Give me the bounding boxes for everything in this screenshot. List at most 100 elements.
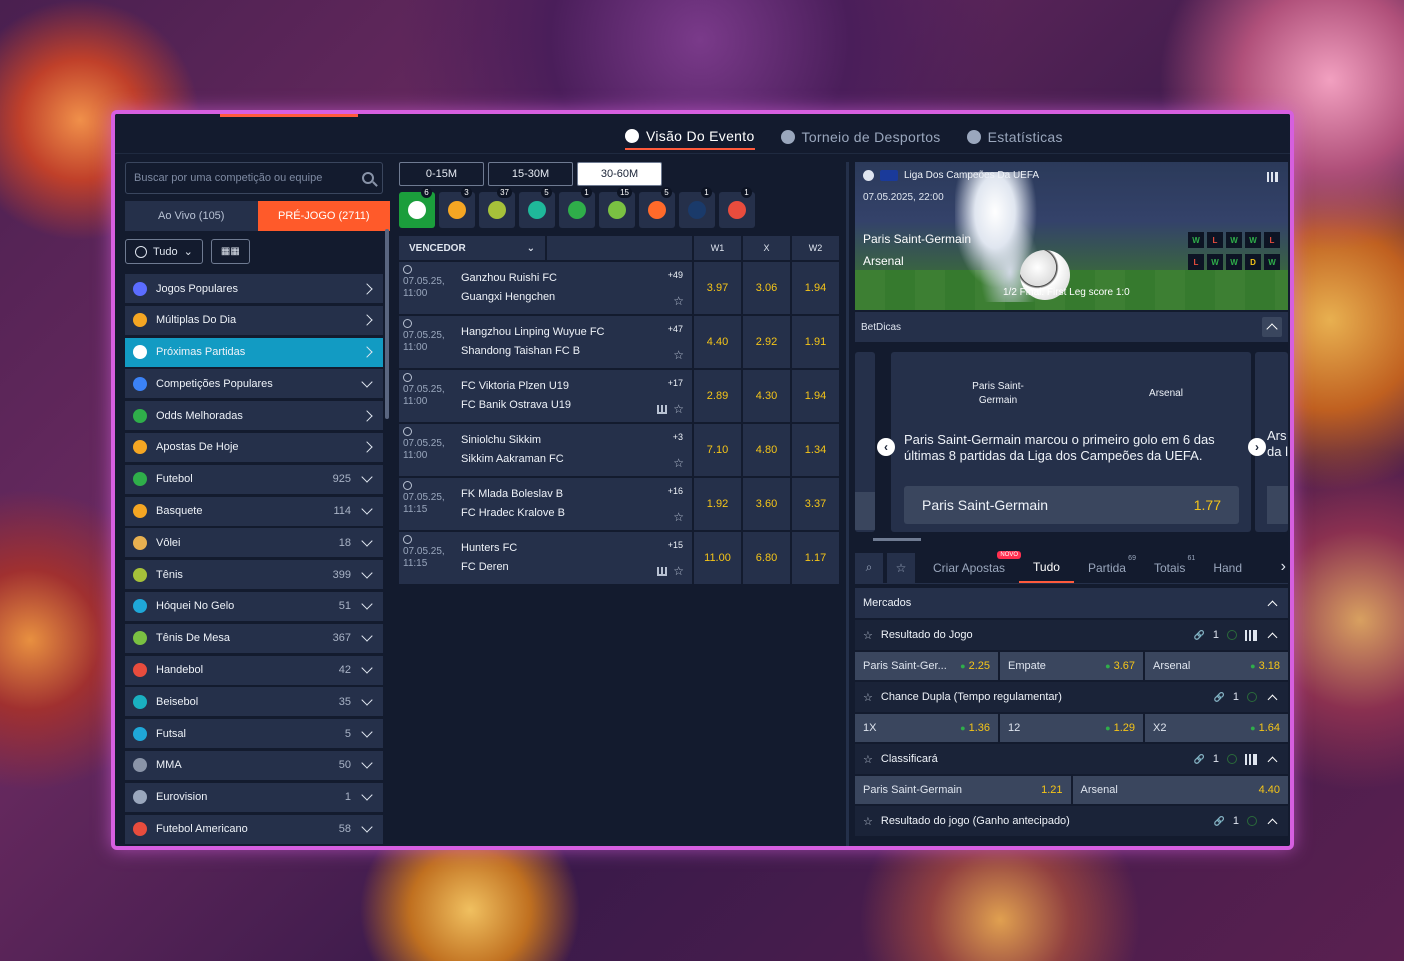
match-info[interactable]: 07.05.25, 11:15 Hunters FC FC Deren +15 ☆ (399, 532, 692, 584)
market-select[interactable]: VENCEDOR ⌄ (399, 236, 545, 260)
sidebar-item-futebol[interactable]: Futebol 925 (125, 464, 383, 494)
sidebar-item-futsal[interactable]: Futsal 5 (125, 719, 383, 749)
sport-filter-table-tennis[interactable]: 15 (599, 187, 635, 228)
odd-x-button[interactable]: 2.92 (743, 316, 790, 368)
stats-icon[interactable] (1245, 629, 1257, 641)
odd-w1-button[interactable]: 11.00 (694, 532, 741, 584)
more-markets-count[interactable]: +15 (668, 540, 683, 550)
stats-icon[interactable] (657, 404, 668, 414)
sidebar-item-hoquei-no-gelo[interactable]: Hóquei No Gelo 51 (125, 591, 383, 621)
star-icon[interactable]: ☆ (673, 295, 684, 307)
match-info[interactable]: 07.05.25, 11:00 Siniolchu Sikkim Sikkim Aak… (399, 424, 692, 476)
more-markets-count[interactable]: +3 (673, 432, 683, 442)
star-icon[interactable]: ☆ (673, 457, 684, 469)
more-markets-count[interactable]: +16 (668, 486, 683, 496)
chevron-up-icon[interactable] (1267, 632, 1278, 642)
tab-event-view[interactable]: Visão Do Evento (625, 124, 755, 150)
time-30-60-button[interactable]: 30-60M (577, 162, 662, 186)
chevron-left-icon[interactable]: ‹ (877, 438, 895, 456)
chevron-right-icon[interactable]: › (1248, 438, 1266, 456)
odd-w1-button[interactable]: 2.89 (694, 370, 741, 422)
tab-totais[interactable]: Totais 61 (1140, 553, 1199, 583)
odd-button[interactable]: Arsenal 4.40 (1072, 776, 1288, 804)
sidebar-item-apostas-de-hoje[interactable]: Apostas De Hoje (125, 432, 383, 462)
match-info[interactable]: 07.05.25, 11:15 FK Mlada Boleslav B FC Hrad… (399, 478, 692, 530)
chevron-up-icon[interactable] (1267, 756, 1278, 766)
sport-filter-badminton[interactable]: 5 (519, 187, 555, 228)
tab-criar-apostas[interactable]: Criar Apostas NOVO (919, 550, 1022, 583)
stats-icon[interactable] (1245, 753, 1257, 765)
chevron-up-icon[interactable] (1267, 818, 1278, 828)
sidebar-item-futebol-americano[interactable]: Futebol Americano 58 (125, 814, 383, 844)
star-icon[interactable]: ☆ (863, 629, 873, 642)
odd-w2-button[interactable]: 3.37 (792, 478, 839, 530)
odd-button[interactable]: Empate ● 3.67 (1000, 652, 1143, 680)
stats-icon[interactable] (1267, 172, 1278, 182)
odd-x-button[interactable]: 4.80 (743, 424, 790, 476)
chevron-up-icon[interactable] (1267, 694, 1278, 704)
sidebar-item-mma[interactable]: MMA 50 (125, 750, 383, 780)
tab-hand[interactable]: Hand (1199, 553, 1256, 583)
sidebar-item-proximas-partidas[interactable]: Próximas Partidas (125, 337, 383, 367)
odd-button[interactable]: Paris Saint-Germain 1.21 (855, 776, 1071, 804)
odd-x-button[interactable]: 3.60 (743, 478, 790, 530)
more-markets-count[interactable]: +17 (668, 378, 683, 388)
live-button[interactable]: Ao Vivo (105) (125, 201, 258, 231)
tab-tudo[interactable]: Tudo (1019, 553, 1074, 583)
time-filter-dropdown[interactable]: Tudo ⌄ (125, 239, 203, 264)
odd-w2-button[interactable]: 1.94 (792, 370, 839, 422)
odd-button[interactable]: 12 ● 1.29 (1000, 714, 1143, 742)
odd-w2-button[interactable]: 1.91 (792, 316, 839, 368)
odd-w2-button[interactable]: 1.17 (792, 532, 839, 584)
market-header-resultado-do-jogo[interactable]: ☆ Resultado do Jogo 🔗 1 (855, 620, 1288, 650)
tab-sports-tournament[interactable]: Torneio de Desportos (780, 124, 941, 150)
odd-button[interactable]: Paris Saint-Ger... ● 2.25 (855, 652, 998, 680)
match-info[interactable]: 07.05.25, 11:00 Ganzhou Ruishi FC Guangxi H… (399, 262, 692, 314)
chevron-right-icon[interactable]: › (1281, 558, 1286, 576)
chevron-up-icon[interactable] (1267, 600, 1278, 610)
market-header-resultado-do-jogo-ganho-antecipado[interactable]: ☆ Resultado do jogo (Ganho antecipado) 🔗 1 (855, 806, 1288, 836)
sidebar-scrollbar[interactable] (385, 229, 389, 419)
pregame-button[interactable]: PRÉ-JOGO (2711) (257, 201, 390, 231)
odd-w1-button[interactable]: 3.97 (694, 262, 741, 314)
odd-x-button[interactable]: 4.30 (743, 370, 790, 422)
sidebar-item-jogos-populares[interactable]: Jogos Populares (125, 274, 383, 303)
scoreboard-toggle-button[interactable]: ▦▦ (210, 239, 250, 264)
sport-filter-soccer[interactable]: 6 (399, 187, 435, 228)
collapse-button[interactable] (1262, 317, 1282, 337)
match-info[interactable]: 07.05.25, 11:00 Hangzhou Linping Wuyue FC S… (399, 316, 692, 368)
sport-filter-valorant[interactable]: 1 (719, 187, 755, 228)
odd-button[interactable]: Arsenal ● 3.18 (1145, 652, 1288, 680)
odd-x-button[interactable]: 3.06 (743, 262, 790, 314)
sport-filter-cricket[interactable]: 1 (559, 187, 595, 228)
league-title[interactable]: Liga Dos Campeões Da UEFA (863, 170, 1039, 181)
star-icon[interactable]: ☆ (673, 349, 684, 361)
sidebar-item-tenis-de-mesa[interactable]: Tênis De Mesa 367 (125, 623, 383, 653)
time-0-15-button[interactable]: 0-15M (399, 162, 484, 186)
sport-filter-tennis[interactable]: 37 (479, 187, 515, 228)
star-icon[interactable]: ☆ (863, 753, 873, 766)
sidebar-item-volei[interactable]: Vôlei 18 (125, 528, 383, 558)
sidebar-item-tenis[interactable]: Tênis 399 (125, 560, 383, 590)
match-info[interactable]: 07.05.25, 11:00 FC Viktoria Plzen U19 FC Ba… (399, 370, 692, 422)
star-icon[interactable]: ☆ (863, 815, 873, 828)
odd-w1-button[interactable]: 1.92 (694, 478, 741, 530)
sidebar-item-competicoes-populares[interactable]: Competições Populares (125, 369, 383, 399)
sidebar-item-handebol[interactable]: Handebol 42 (125, 655, 383, 685)
sidebar-item-basquete[interactable]: Basquete 114 (125, 496, 383, 526)
market-header-chance-dupla-tempo-regulamentar[interactable]: ☆ Chance Dupla (Tempo regulamentar) 🔗 1 (855, 682, 1288, 712)
search-icon[interactable]: ⌕ (855, 552, 883, 583)
tab-statistics[interactable]: Estatísticas (966, 124, 1063, 150)
odd-button[interactable]: X2 ● 1.64 (1145, 714, 1288, 742)
more-markets-count[interactable]: +47 (668, 324, 683, 334)
odd-w2-button[interactable]: 1.34 (792, 424, 839, 476)
tab-partida[interactable]: Partida 69 (1074, 553, 1140, 583)
star-icon[interactable]: ☆ (673, 565, 684, 577)
star-icon[interactable]: ☆ (887, 552, 915, 583)
star-icon[interactable]: ☆ (863, 691, 873, 704)
odd-x-button[interactable]: 6.80 (743, 532, 790, 584)
odd-button[interactable]: 1X ● 1.36 (855, 714, 998, 742)
sidebar-item-beisebol[interactable]: Beisebol 35 (125, 687, 383, 717)
sidebar-item-multiplas-do-dia[interactable]: Múltiplas Do Dia (125, 305, 383, 335)
star-icon[interactable]: ☆ (673, 511, 684, 523)
